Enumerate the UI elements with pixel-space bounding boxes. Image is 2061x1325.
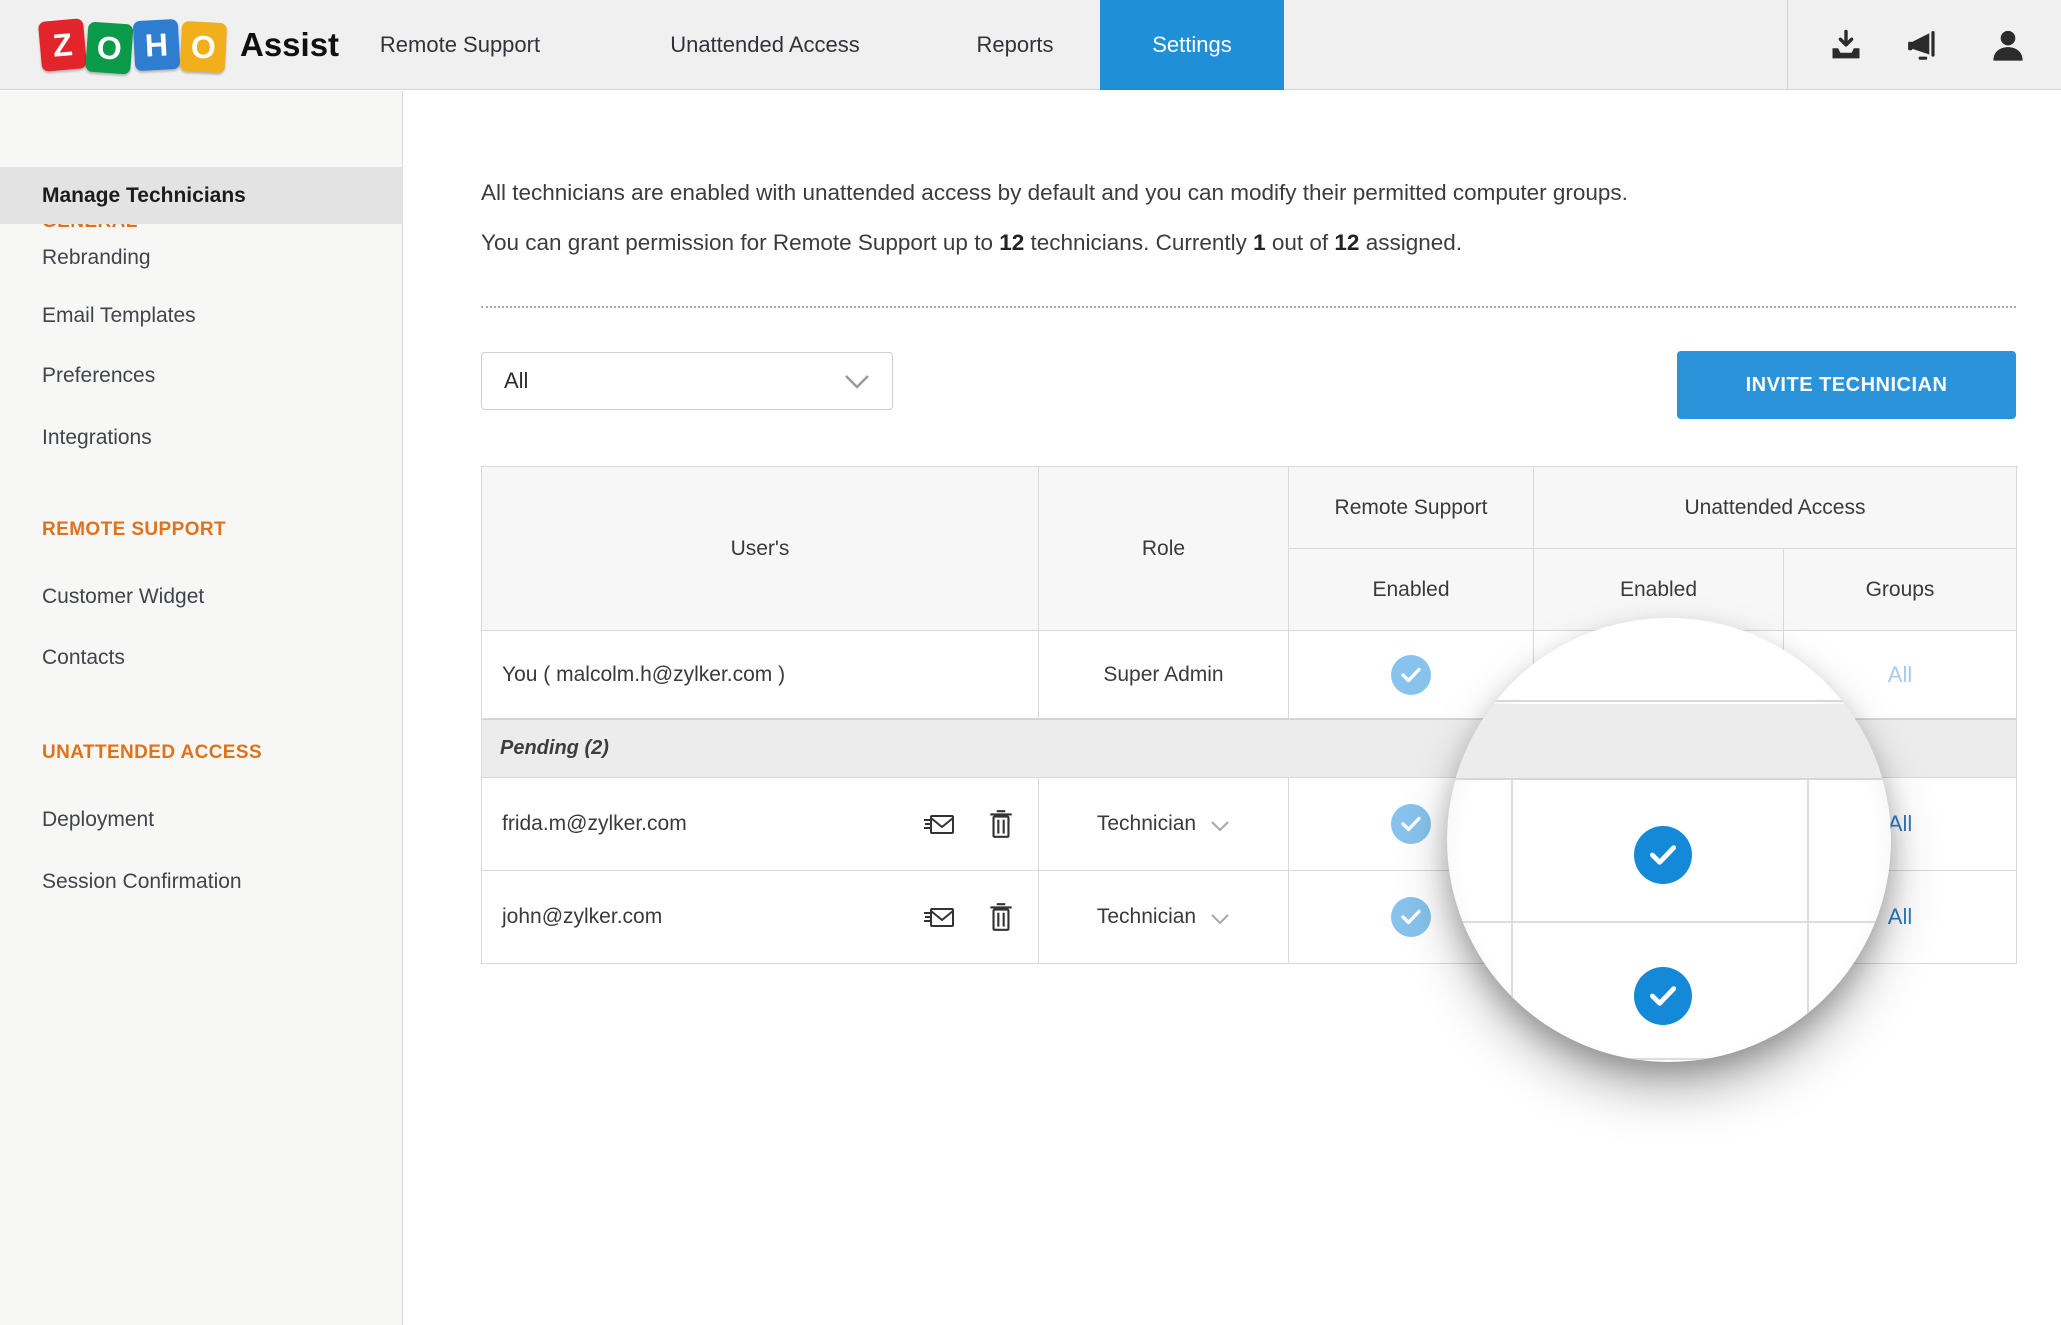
lens-row-strip [1447, 618, 1891, 702]
role-dropdown[interactable]: Technician [1097, 812, 1230, 836]
tab-settings[interactable]: Settings [1100, 0, 1284, 90]
sidebar-item-preferences[interactable]: Preferences [0, 353, 403, 399]
sidebar-item-rebranding[interactable]: Rebranding [0, 235, 403, 281]
sidebar-heading-remote-support: REMOTE SUPPORT [42, 519, 226, 541]
lens-row-border [1447, 1058, 1891, 1060]
tab-unattended-access[interactable]: Unattended Access [615, 0, 915, 90]
pending-email: frida.m@zylker.com [502, 812, 687, 836]
role-value: Technician [1097, 812, 1196, 836]
logo-tile-h: H [133, 19, 181, 71]
lens-row-border [1447, 921, 1891, 923]
brand-name: Assist [240, 26, 339, 64]
logo-tile-z: Z [38, 18, 87, 72]
intro-text: All technicians are enabled with unatten… [481, 168, 2026, 268]
logo-tile-o1: O [85, 21, 133, 74]
settings-sidebar: GENERAL Manage Technicians Rebranding Em… [0, 91, 403, 1325]
intro-line1: All technicians are enabled with unatten… [481, 180, 1628, 205]
chevron-down-icon [1210, 913, 1230, 925]
delete-trash-icon[interactable] [984, 808, 1018, 840]
table-row-you-user: You ( malcolm.h@zylker.com ) [482, 631, 1039, 719]
invite-technician-button[interactable]: INVITE TECHNICIAN [1677, 351, 2016, 419]
col-header-unattended-access: Unattended Access [1534, 467, 2017, 549]
sidebar-item-deployment[interactable]: Deployment [0, 797, 403, 843]
table-row-john-role-cell: Technician [1039, 871, 1289, 964]
col-header-users: User's [482, 467, 1039, 631]
row-actions [922, 778, 1018, 870]
col-header-remote-support: Remote Support [1289, 467, 1534, 549]
sidebar-item-contacts[interactable]: Contacts [0, 635, 403, 681]
row-actions [922, 871, 1018, 963]
filter-selected-value: All [504, 353, 528, 409]
sidebar-item-manage-technicians[interactable]: Manage Technicians [0, 167, 403, 224]
role-value: Technician [1097, 905, 1196, 929]
top-navigation-bar: Z O H O Assist Remote Support Unattended… [0, 0, 2061, 90]
dashed-separator [481, 306, 2016, 308]
table-row-john-user: john@zylker.com [482, 871, 1039, 964]
table-row-frida-user: frida.m@zylker.com [482, 778, 1039, 871]
rs-enabled-check-icon[interactable] [1391, 897, 1431, 937]
technician-filter-dropdown[interactable]: All [481, 352, 893, 410]
sidebar-item-customer-widget[interactable]: Customer Widget [0, 574, 403, 620]
table-row-frida-role-cell: Technician [1039, 778, 1289, 871]
groups-all-link[interactable]: All [1888, 904, 1912, 930]
lens-pending-strip [1447, 704, 1891, 780]
groups-all-link[interactable]: All [1888, 662, 1912, 688]
resend-invite-icon[interactable] [922, 901, 956, 933]
sidebar-item-email-templates[interactable]: Email Templates [0, 293, 403, 339]
ua-enabled-check-icon[interactable] [1634, 826, 1692, 884]
download-icon[interactable] [1828, 28, 1864, 64]
resend-invite-icon[interactable] [922, 808, 956, 840]
sidebar-heading-unattended-access: UNATTENDED ACCESS [42, 742, 262, 764]
sidebar-item-integrations[interactable]: Integrations [0, 415, 403, 461]
user-icon[interactable] [1990, 28, 2026, 64]
ua-enabled-check-icon[interactable] [1634, 967, 1692, 1025]
tab-remote-support[interactable]: Remote Support [330, 0, 590, 90]
pending-email: john@zylker.com [502, 905, 662, 929]
announcement-icon[interactable] [1906, 28, 1942, 64]
intro-line2: You can grant permission for Remote Supp… [481, 230, 1462, 255]
zoho-logo-tiles: Z O H O [40, 20, 228, 70]
col-header-role: Role [1039, 467, 1289, 631]
zoho-assist-logo[interactable]: Z O H O Assist [40, 0, 339, 90]
delete-trash-icon[interactable] [984, 901, 1018, 933]
rs-enabled-check-icon[interactable] [1391, 655, 1431, 695]
groups-all-link[interactable]: All [1888, 811, 1912, 837]
rs-enabled-check-icon[interactable] [1391, 804, 1431, 844]
zoho-assist-settings-page: Z O H O Assist Remote Support Unattended… [0, 0, 2061, 1325]
logo-tile-o2: O [180, 21, 228, 73]
magnifier-lens [1447, 618, 1891, 1062]
role-dropdown[interactable]: Technician [1097, 905, 1230, 929]
chevron-down-icon [844, 374, 870, 390]
tab-reports[interactable]: Reports [940, 0, 1090, 90]
table-row-you-role: Super Admin [1039, 631, 1289, 719]
topnav-divider [1787, 0, 1788, 90]
sidebar-item-session-confirmation[interactable]: Session Confirmation [0, 859, 403, 905]
chevron-down-icon [1210, 820, 1230, 832]
